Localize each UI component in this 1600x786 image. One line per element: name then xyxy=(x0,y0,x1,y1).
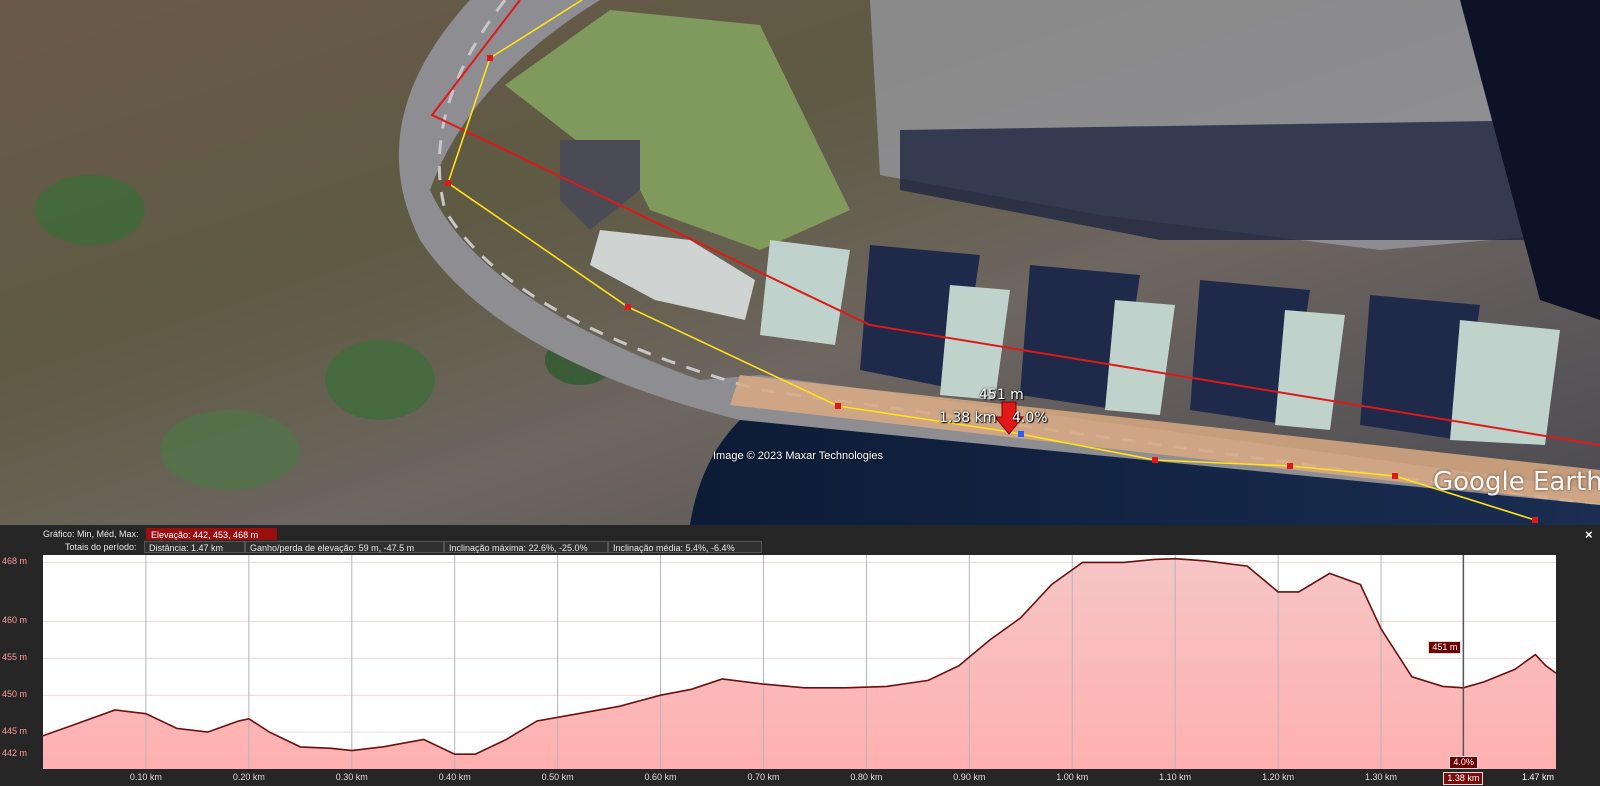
distance-stat[interactable]: Distância: 1.47 km xyxy=(144,541,245,553)
google-earth-logo: Google Earth xyxy=(1433,467,1600,497)
imagery-copyright: Image © 2023 Maxar Technologies xyxy=(713,450,883,462)
x-tick-label: 1.10 km xyxy=(1159,772,1192,782)
graph-label: Gráfico: Min, Méd, Max: xyxy=(43,529,139,539)
x-tick-label: 1.30 km xyxy=(1365,772,1398,782)
y-tick-label: 455 m xyxy=(2,652,28,663)
elevation-chart-svg xyxy=(42,555,1557,769)
map-grade-label: 4.0% xyxy=(1012,410,1048,426)
x-tick-label: 0.90 km xyxy=(953,772,986,782)
elevation-gain-loss-stat[interactable]: Ganho/perda de elevação: 59 m, -47.5 m xyxy=(245,541,444,553)
x-tick-label: 1.00 km xyxy=(1056,772,1089,782)
map-distance-label: 1.38 km xyxy=(939,410,997,426)
cursor-grade-tag: 4.0% xyxy=(1449,756,1478,769)
y-tick-label: 460 m xyxy=(2,615,28,626)
x-tick-label: 0.20 km xyxy=(232,772,265,782)
elevation-chart[interactable] xyxy=(42,555,1557,769)
max-slope-stat[interactable]: Inclinação máxima: 22.6%, -25.0% xyxy=(444,541,608,553)
x-tick-label: 0.50 km xyxy=(541,772,574,782)
cursor-distance-tag: 1.38 km xyxy=(1443,772,1484,785)
y-tick-label: 468 m xyxy=(2,556,28,567)
map-elevation-label: 451 m xyxy=(979,387,1024,403)
map-view[interactable]: 451 m 1.38 km 4.0% Image © 2023 Maxar Te… xyxy=(0,0,1600,525)
y-tick-label: 442 m xyxy=(2,748,28,759)
x-axis-end-label: 1.47 km xyxy=(1522,772,1555,782)
x-tick-label: 1.20 km xyxy=(1262,772,1295,782)
totals-label: Totais do período: xyxy=(65,542,137,552)
cursor-elevation-tag: 451 m xyxy=(1428,641,1462,654)
close-icon[interactable]: × xyxy=(1585,527,1593,542)
x-tick-label: 0.40 km xyxy=(438,772,471,782)
avg-slope-stat[interactable]: Inclinação média: 5.4%, -6.4% xyxy=(608,541,762,553)
x-tick-label: 0.60 km xyxy=(644,772,677,782)
y-tick-label: 450 m xyxy=(2,689,28,700)
elevation-area xyxy=(43,558,1556,769)
y-tick-label: 445 m xyxy=(2,726,28,737)
satellite-imagery xyxy=(0,0,1600,525)
x-tick-label: 0.10 km xyxy=(129,772,162,782)
elevation-stat-dropdown[interactable]: Elevação: 442, 453, 468 m xyxy=(146,528,277,540)
current-position-marker xyxy=(1018,431,1024,437)
x-tick-label: 0.30 km xyxy=(335,772,368,782)
x-tick-label: 0.70 km xyxy=(747,772,780,782)
x-tick-label: 0.80 km xyxy=(850,772,883,782)
